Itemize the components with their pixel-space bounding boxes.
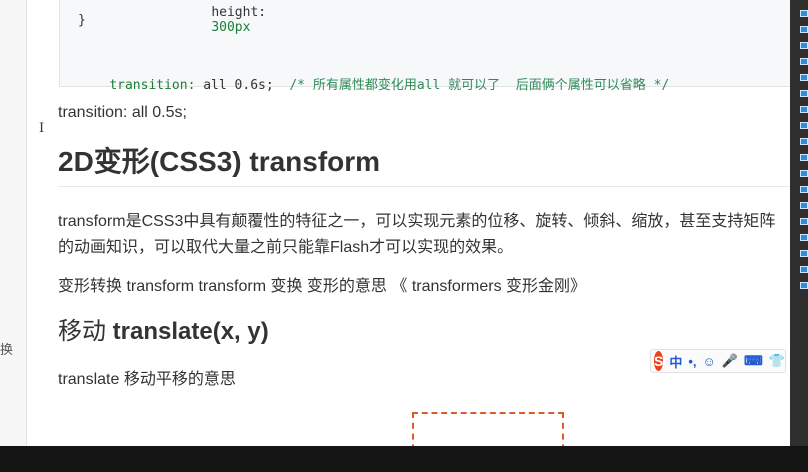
ime-keyboard-icon[interactable]: ⌨ <box>744 353 763 369</box>
code-closing-brace: } <box>78 13 86 28</box>
code-line-transition: transition: all 0.6s; /* 所有属性都变化用all 就可以… <box>109 78 670 93</box>
app-tile-icon[interactable] <box>800 154 808 161</box>
text-cursor-icon: I <box>39 121 45 136</box>
app-tile-icon[interactable] <box>800 74 808 81</box>
app-tile-icon[interactable] <box>800 58 808 65</box>
sogou-logo-icon[interactable]: S <box>654 351 664 371</box>
app-tile-icon[interactable] <box>800 218 808 225</box>
ime-punct-icon[interactable]: •, <box>688 354 696 369</box>
para-translate: translate 移动平移的意思 <box>58 371 236 388</box>
app-tile-icon[interactable] <box>800 250 808 257</box>
app-tile-icon[interactable] <box>800 266 808 273</box>
app-tile-icon[interactable] <box>800 202 808 209</box>
code-line-height: height: 300px <box>211 5 267 35</box>
ime-skin-icon[interactable]: 👕 <box>769 353 785 369</box>
para-transform-line2: 的动画知识，可以取代大量之前只能靠Flash才可以实现的效果。 <box>58 239 514 256</box>
para-transition: transition: all 0.5s; <box>58 104 187 121</box>
left-gutter: 换 <box>0 0 27 446</box>
ime-mic-icon[interactable]: 🎤 <box>722 353 738 369</box>
app-tile-icon[interactable] <box>800 186 808 193</box>
app-tile-icon[interactable] <box>800 42 808 49</box>
app-tile-icon[interactable] <box>800 138 808 145</box>
app-tile-icon[interactable] <box>800 90 808 97</box>
app-tile-icon[interactable] <box>800 282 808 289</box>
ime-lang-toggle[interactable]: 中 <box>669 352 682 371</box>
para-meaning: 变形转换 transform transform 变换 变形的意思 《 tran… <box>58 278 587 295</box>
app-tile-icon[interactable] <box>800 106 808 113</box>
bottom-taskbar <box>0 446 808 472</box>
heading-divider <box>58 186 798 187</box>
gutter-text: 换 <box>0 342 14 357</box>
heading-2d-transform: 2D变形(CSS3) transform <box>58 146 381 177</box>
app-tile-icon[interactable] <box>800 170 808 177</box>
app-tile-icon[interactable] <box>800 10 808 17</box>
ime-emoji-icon[interactable]: ☺ <box>703 354 716 369</box>
para-transform-line1: transform是CSS3中具有颠覆性的特征之一，可以实现元素的位移、旋转、倾… <box>58 213 776 230</box>
app-tile-icon[interactable] <box>800 26 808 33</box>
ime-toolbar[interactable]: S 中 •, ☺ 🎤 ⌨ 👕 ⚙ <box>650 349 803 373</box>
heading-translate: 移动 translate(x, y) <box>58 318 269 345</box>
code-block: height: 300px } transition: all 0.6s; /*… <box>59 0 801 93</box>
app-tile-icon[interactable] <box>800 234 808 241</box>
app-tile-icon[interactable] <box>800 122 808 129</box>
